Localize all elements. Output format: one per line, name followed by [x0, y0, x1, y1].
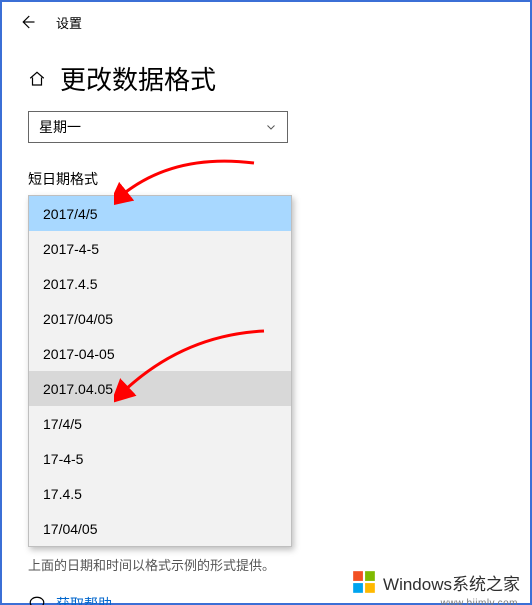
watermark-brand: Windows系统之家 — [383, 570, 520, 595]
chat-icon — [28, 595, 46, 605]
short-date-option-list[interactable]: 2017/4/52017-4-52017.4.52017/04/052017-0… — [28, 195, 292, 547]
short-date-option[interactable]: 2017.4.5 — [29, 266, 291, 301]
help-row: 获取帮助 — [28, 594, 504, 605]
short-date-option[interactable]: 2017.04.05 — [29, 371, 291, 406]
windows-logo-icon — [351, 569, 377, 595]
short-date-option[interactable]: 2017-04-05 — [29, 336, 291, 371]
short-date-option[interactable]: 2017/04/05 — [29, 301, 291, 336]
short-date-label: 短日期格式 — [28, 169, 504, 189]
short-date-option[interactable]: 2017-4-5 — [29, 231, 291, 266]
weekday-dropdown[interactable]: 星期一 — [28, 111, 288, 143]
watermark: Windows系统之家 — [351, 569, 520, 595]
back-icon[interactable] — [18, 13, 36, 31]
short-date-option[interactable]: 17/4/5 — [29, 406, 291, 441]
chevron-down-icon — [265, 121, 277, 133]
title-bar: 设置 — [2, 2, 530, 42]
page-title: 更改数据格式 — [60, 60, 216, 97]
home-icon[interactable] — [28, 70, 46, 88]
app-name: 设置 — [56, 13, 82, 32]
short-date-option[interactable]: 17-4-5 — [29, 441, 291, 476]
short-date-option[interactable]: 17/04/05 — [29, 511, 291, 546]
window-frame: 设置 更改数据格式 星期一 短日期格式 2017/4/52017-4-52017… — [0, 0, 532, 605]
page-header: 更改数据格式 — [2, 42, 530, 111]
short-date-option[interactable]: 2017/4/5 — [29, 196, 291, 231]
get-help-link[interactable]: 获取帮助 — [56, 594, 112, 605]
watermark-url: www.bjjmlv.com — [441, 598, 518, 605]
short-date-option[interactable]: 17.4.5 — [29, 476, 291, 511]
weekday-dropdown-value: 星期一 — [39, 117, 81, 137]
